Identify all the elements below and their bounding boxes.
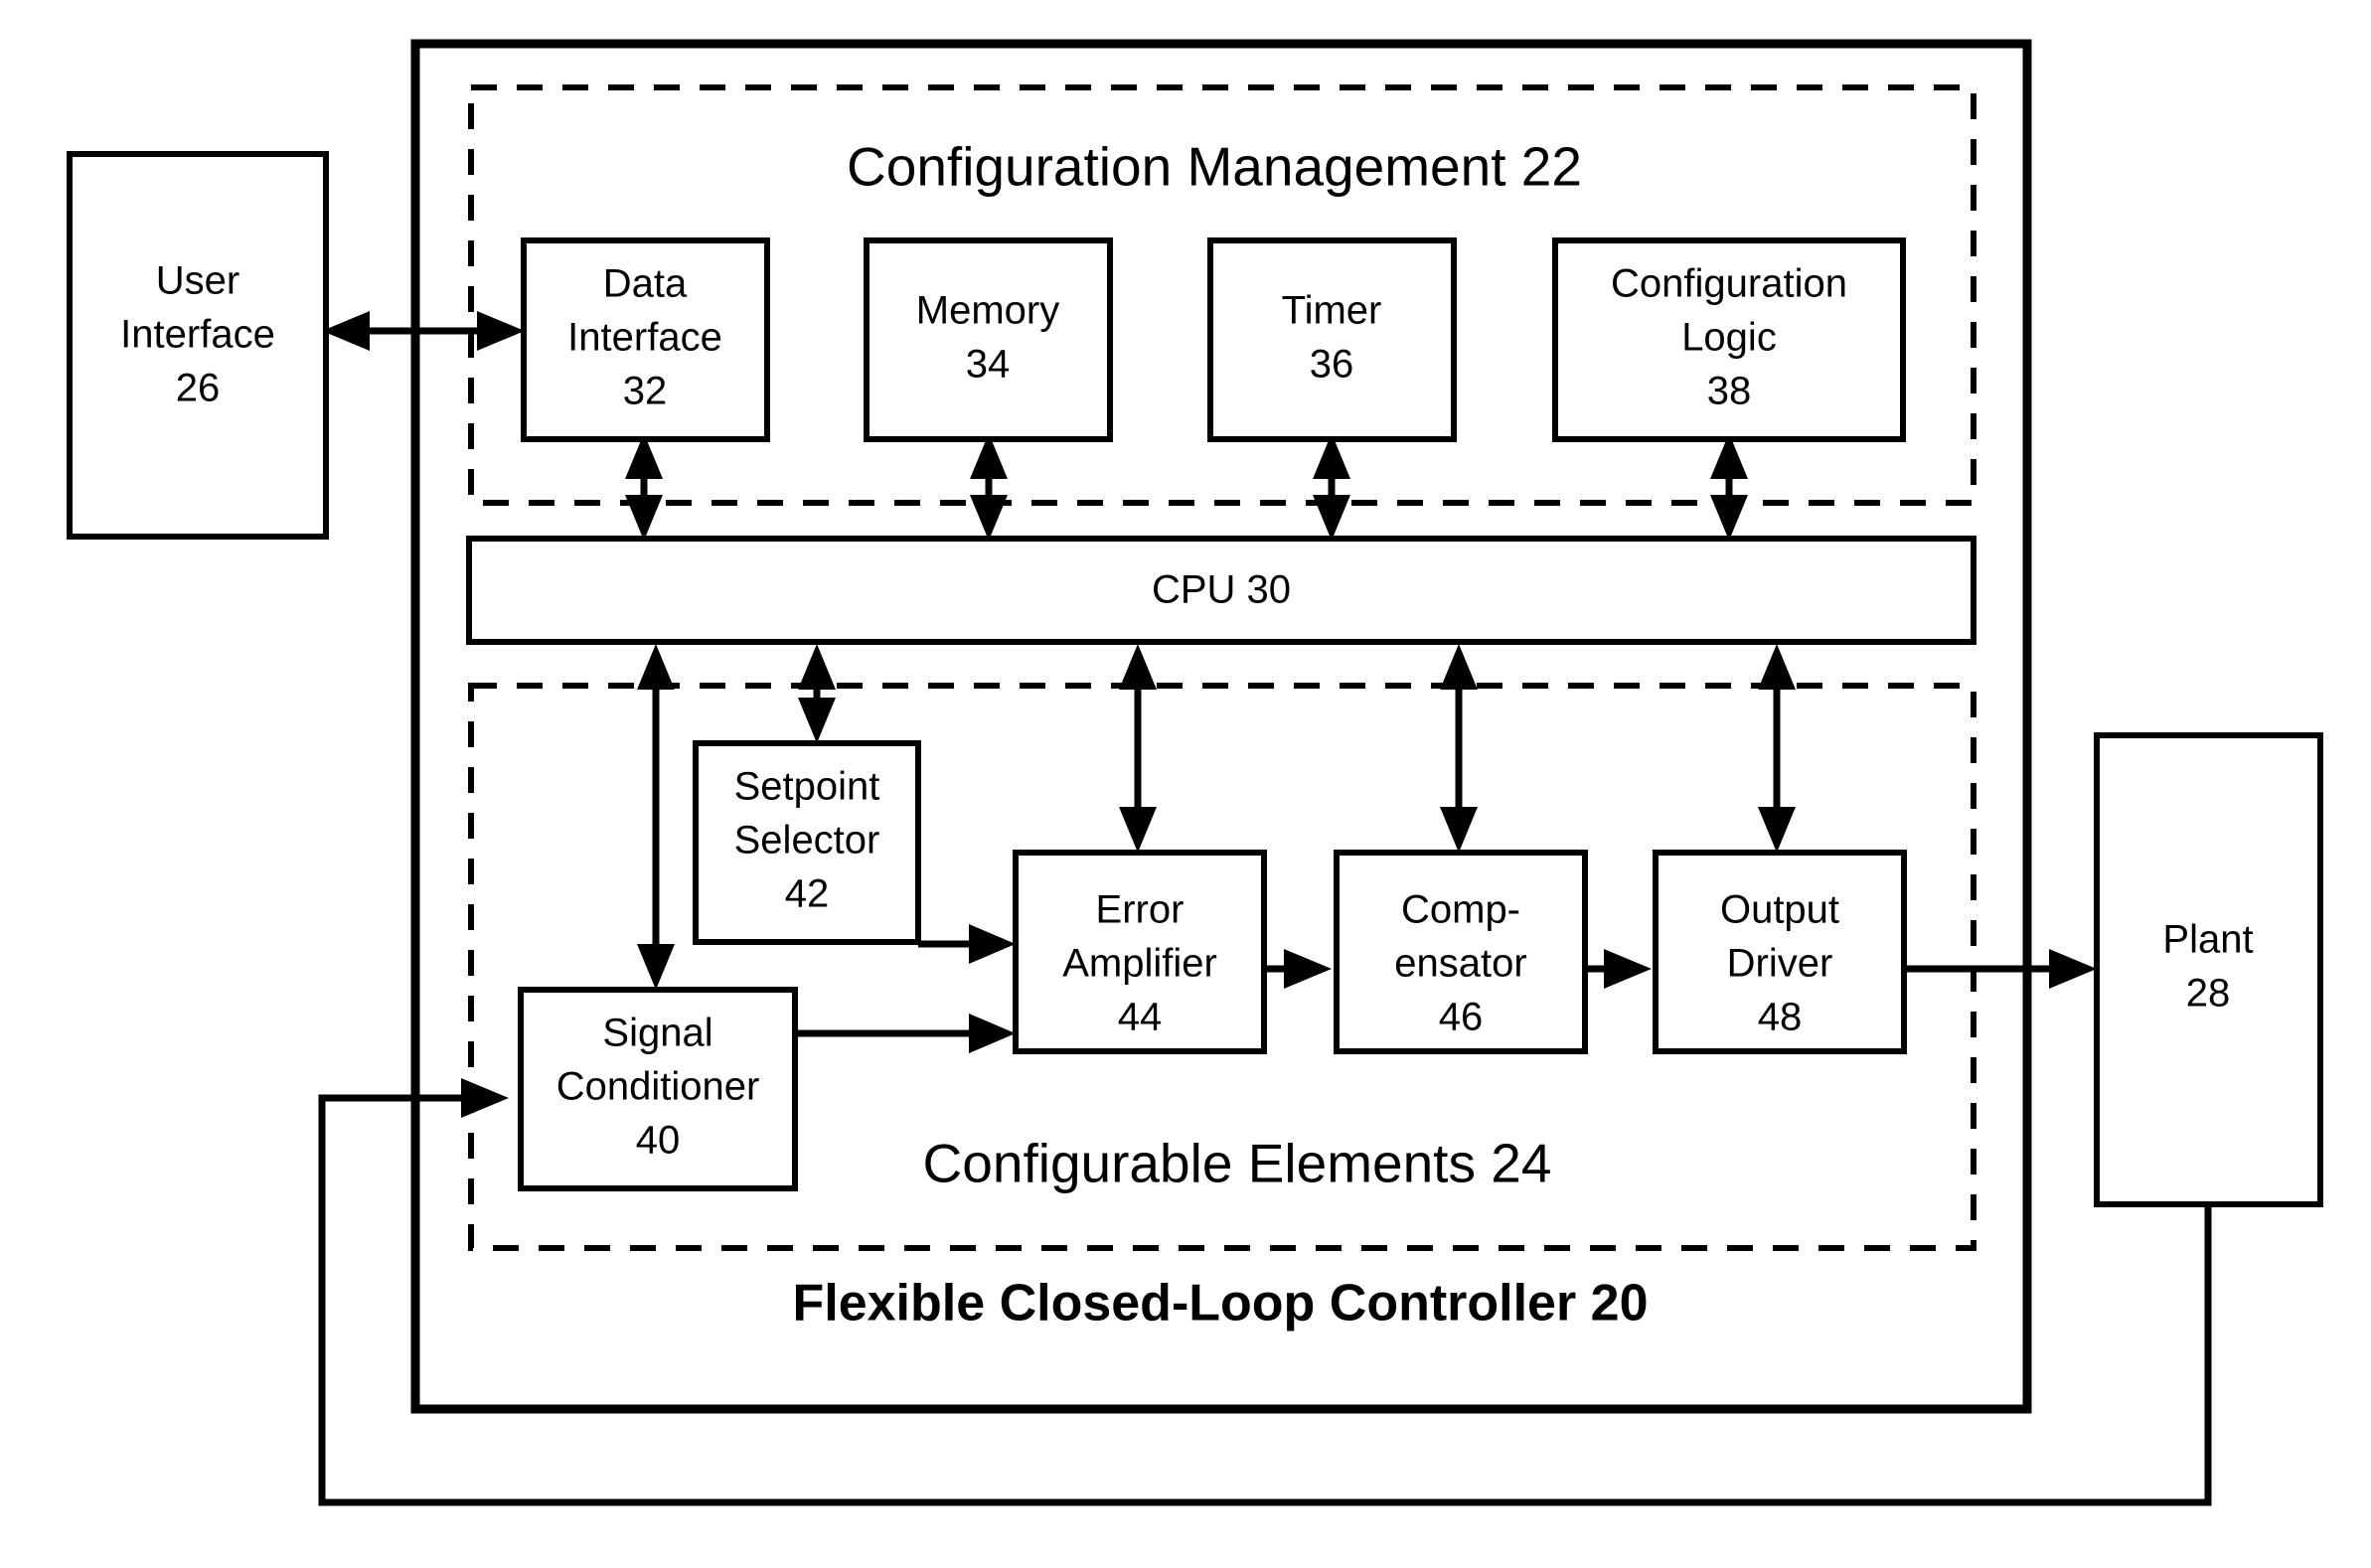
connector-configuration-logic-cpu	[1710, 433, 1748, 541]
connector-output-driver-plant	[1903, 949, 2097, 989]
memory-ref: 34	[966, 343, 1011, 387]
setpoint-selector-line2: Selector	[734, 819, 880, 862]
connector-error-amplifier-compensator	[1264, 949, 1332, 989]
connector-memory-cpu	[970, 433, 1008, 541]
plant-line1: Plant	[2162, 918, 2253, 962]
timer-block[interactable]	[1207, 237, 1457, 442]
connector-user-interface-data-interface	[322, 311, 525, 351]
connector-cpu-output-driver	[1758, 644, 1796, 853]
error-amplifier-line1: Error	[1096, 888, 1185, 932]
data-interface-ref: 32	[623, 370, 668, 413]
signal-conditioner-line2: Conditioner	[556, 1065, 760, 1109]
output-driver-line2: Driver	[1727, 942, 1833, 986]
plant-ref: 28	[2186, 972, 2231, 1016]
setpoint-selector-ref: 42	[785, 872, 830, 916]
connector-cpu-signal-conditioner	[637, 644, 675, 990]
data-interface-line1: Data	[603, 262, 688, 306]
data-interface-line2: Interface	[567, 316, 722, 360]
memory-line1: Memory	[916, 289, 1059, 333]
figure-title: Flexible Closed-Loop Controller 20	[793, 1275, 1649, 1333]
error-amplifier-line2: Amplifier	[1062, 942, 1217, 986]
configuration-management-group-title: Configuration Management 22	[847, 136, 1582, 198]
block-diagram: CPU 30 Data Interface 32 Memory 34 Timer…	[67, 39, 2323, 1506]
user-interface-ref: 26	[176, 367, 221, 410]
signal-conditioner-ref: 40	[636, 1119, 681, 1163]
connector-signal-conditioner-error-amplifier	[795, 1014, 1016, 1053]
connector-timer-cpu	[1313, 433, 1350, 541]
configuration-logic-line2: Logic	[1681, 316, 1777, 360]
plant-block[interactable]	[2094, 732, 2323, 1207]
connector-setpoint-selector-error-amplifier	[918, 924, 1016, 964]
user-interface-line1: User	[156, 259, 239, 303]
compensator-ref: 46	[1439, 996, 1484, 1039]
cpu-label: CPU 30	[1152, 568, 1291, 612]
configurable-elements-group-title: Configurable Elements 24	[923, 1133, 1552, 1194]
timer-line1: Timer	[1282, 289, 1382, 333]
figure-canvas: CPU 30 Data Interface 32 Memory 34 Timer…	[0, 0, 2371, 1568]
compensator-line2: ensator	[1394, 942, 1526, 986]
timer-ref: 36	[1310, 343, 1354, 387]
signal-conditioner-line1: Signal	[602, 1012, 712, 1055]
output-driver-line1: Output	[1720, 888, 1839, 932]
error-amplifier-ref: 44	[1118, 996, 1163, 1039]
setpoint-selector-line1: Setpoint	[734, 765, 880, 809]
output-driver-ref: 48	[1758, 996, 1803, 1039]
connector-cpu-error-amplifier	[1119, 644, 1157, 853]
user-interface-line2: Interface	[120, 313, 275, 357]
connector-cpu-setpoint-selector	[798, 644, 836, 743]
connector-data-interface-cpu	[625, 433, 663, 541]
memory-block[interactable]	[864, 237, 1113, 442]
connector-cpu-compensator	[1440, 644, 1478, 853]
compensator-line1: Comp-	[1401, 888, 1520, 932]
connector-compensator-output-driver	[1584, 949, 1652, 989]
configuration-logic-line1: Configuration	[1611, 262, 1847, 306]
configuration-logic-ref: 38	[1707, 370, 1752, 413]
